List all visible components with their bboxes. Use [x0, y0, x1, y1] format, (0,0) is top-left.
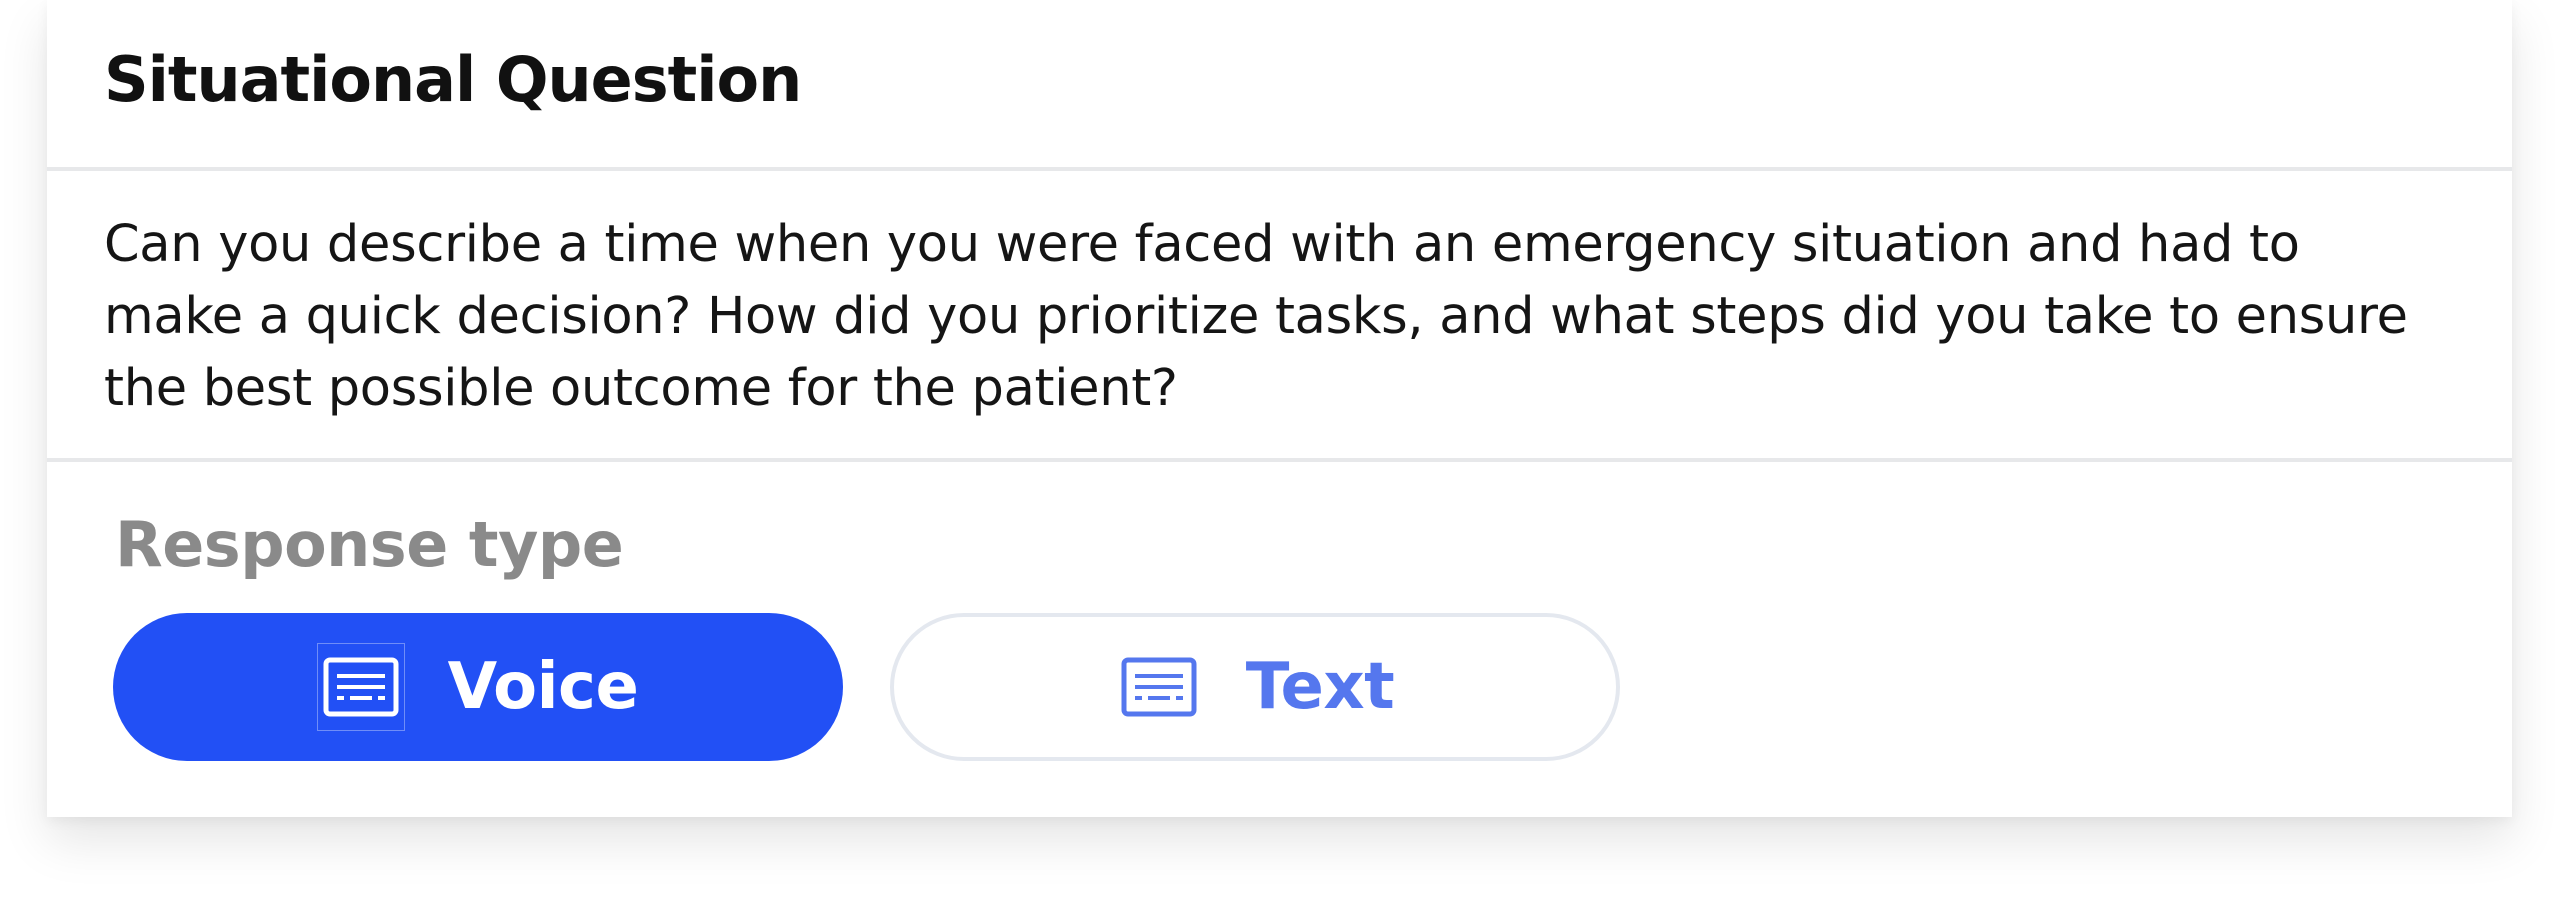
keyboard-icon	[316, 643, 405, 731]
voice-option-button[interactable]: Voice	[113, 613, 843, 761]
response-type-label: Response type	[115, 508, 624, 581]
card-title: Situational Question	[104, 43, 802, 116]
voice-option-label: Voice	[447, 650, 639, 724]
question-text: Can you describe a time when you were fa…	[104, 215, 2408, 418]
response-section: Response type Voice Text	[47, 462, 2512, 761]
question-section: Can you describe a time when you were fa…	[47, 171, 2512, 462]
text-option-label: Text	[1245, 650, 1395, 724]
keyboard-icon	[1116, 644, 1202, 730]
card-header: Situational Question	[47, 0, 2512, 171]
situational-question-card: Situational Question Can you describe a …	[47, 0, 2512, 817]
response-type-options: Voice Text	[113, 613, 2512, 761]
text-option-button[interactable]: Text	[890, 613, 1620, 761]
